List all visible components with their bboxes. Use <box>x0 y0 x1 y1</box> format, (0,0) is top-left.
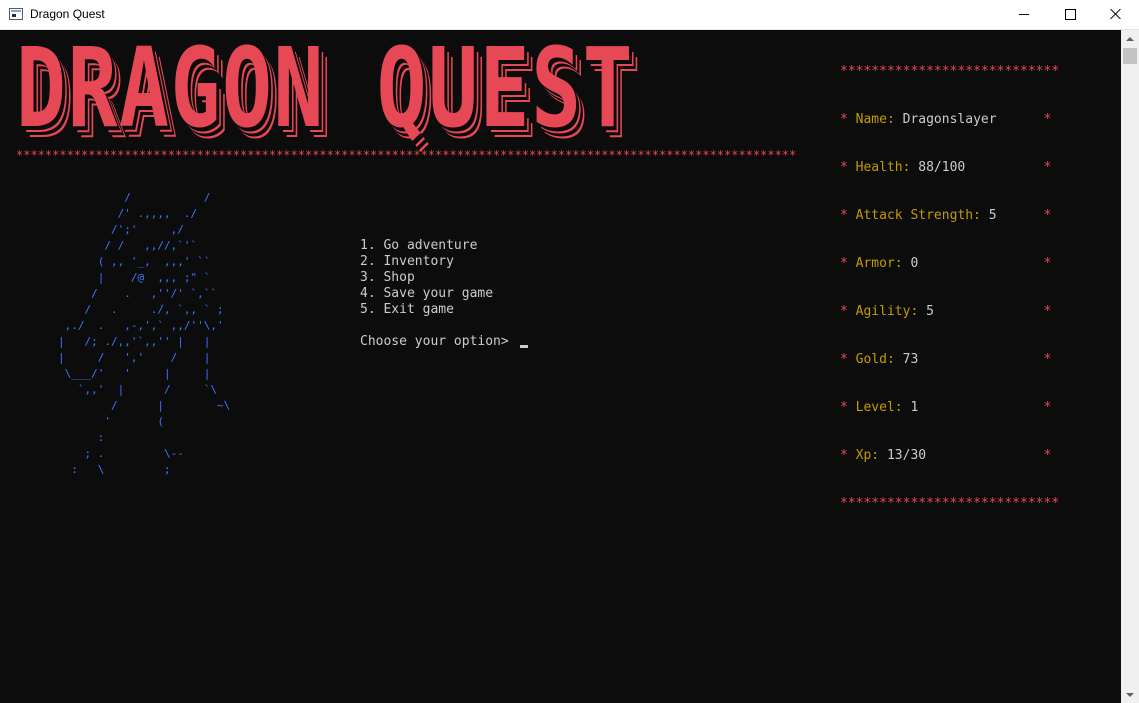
console-icon[interactable] <box>9 8 23 20</box>
banner-title: DRAGON QUEST <box>16 24 635 152</box>
menu-item-go-adventure: 1. Go adventure <box>360 238 478 253</box>
stat-value: 13/30 <box>886 448 927 463</box>
minimize-button[interactable] <box>1001 0 1047 30</box>
minimize-icon <box>1019 13 1029 15</box>
title-banner: DRAGON QUEST <box>16 30 806 146</box>
text-cursor <box>520 345 528 348</box>
stat-agility: * Agility: 5 * <box>840 304 1052 319</box>
stat-value: 5 <box>926 304 934 319</box>
stat-attack-strength: * Attack Strength: 5 * <box>840 208 1052 223</box>
maximize-button[interactable] <box>1047 0 1093 30</box>
option-prompt[interactable]: Choose your option> <box>360 334 517 350</box>
menu-item-save-game: 4. Save your game <box>360 286 494 301</box>
stat-level: * Level: 1 * <box>840 400 1052 415</box>
banner-divider: ****************************************… <box>16 148 796 162</box>
stat-xp: * Xp: 13/30 * <box>840 448 1052 463</box>
stat-label: Xp: <box>855 448 880 463</box>
stat-label: Agility: <box>855 304 919 319</box>
close-icon <box>1110 8 1122 20</box>
stat-value: Dragonslayer <box>902 112 997 127</box>
main-menu: 1. Go adventure 2. Inventory 3. Shop 4. … <box>360 238 493 318</box>
menu-item-shop: 3. Shop <box>360 270 415 285</box>
stat-armor: * Armor: 0 * <box>840 256 1052 271</box>
stat-value: 73 <box>902 352 919 367</box>
stats-border-top: **************************** <box>840 64 1060 79</box>
dragon-ascii-art: / / /' .,,,, ./ /';' ,/ / / ,,//,`'` ( ,… <box>58 191 231 476</box>
stat-value: 88/100 <box>918 160 966 175</box>
close-button[interactable] <box>1093 0 1139 30</box>
stat-name: * Name: Dragonslayer * <box>840 112 1052 127</box>
vertical-scrollbar[interactable] <box>1121 30 1139 703</box>
stats-panel: **************************** * Name: Dra… <box>840 32 1059 528</box>
stat-label: Health: <box>855 160 911 175</box>
menu-item-exit-game: 5. Exit game <box>360 302 454 317</box>
stat-gold: * Gold: 73 * <box>840 352 1052 367</box>
stat-label: Gold: <box>855 352 895 367</box>
stat-value: 5 <box>988 208 997 223</box>
stat-health: * Health: 88/100 * <box>840 160 1052 175</box>
scroll-down-icon[interactable] <box>1121 686 1139 703</box>
maximize-icon <box>1064 8 1076 20</box>
scroll-up-icon[interactable] <box>1121 30 1139 47</box>
scroll-thumb[interactable] <box>1123 48 1137 64</box>
menu-item-inventory: 2. Inventory <box>360 254 454 269</box>
stat-label: Armor: <box>855 256 903 271</box>
stat-label: Level: <box>855 400 903 415</box>
stat-label: Attack Strength: <box>855 208 981 223</box>
window-title: Dragon Quest <box>30 7 105 21</box>
stat-label: Name: <box>855 112 895 127</box>
stats-border-bottom: **************************** <box>840 496 1060 511</box>
